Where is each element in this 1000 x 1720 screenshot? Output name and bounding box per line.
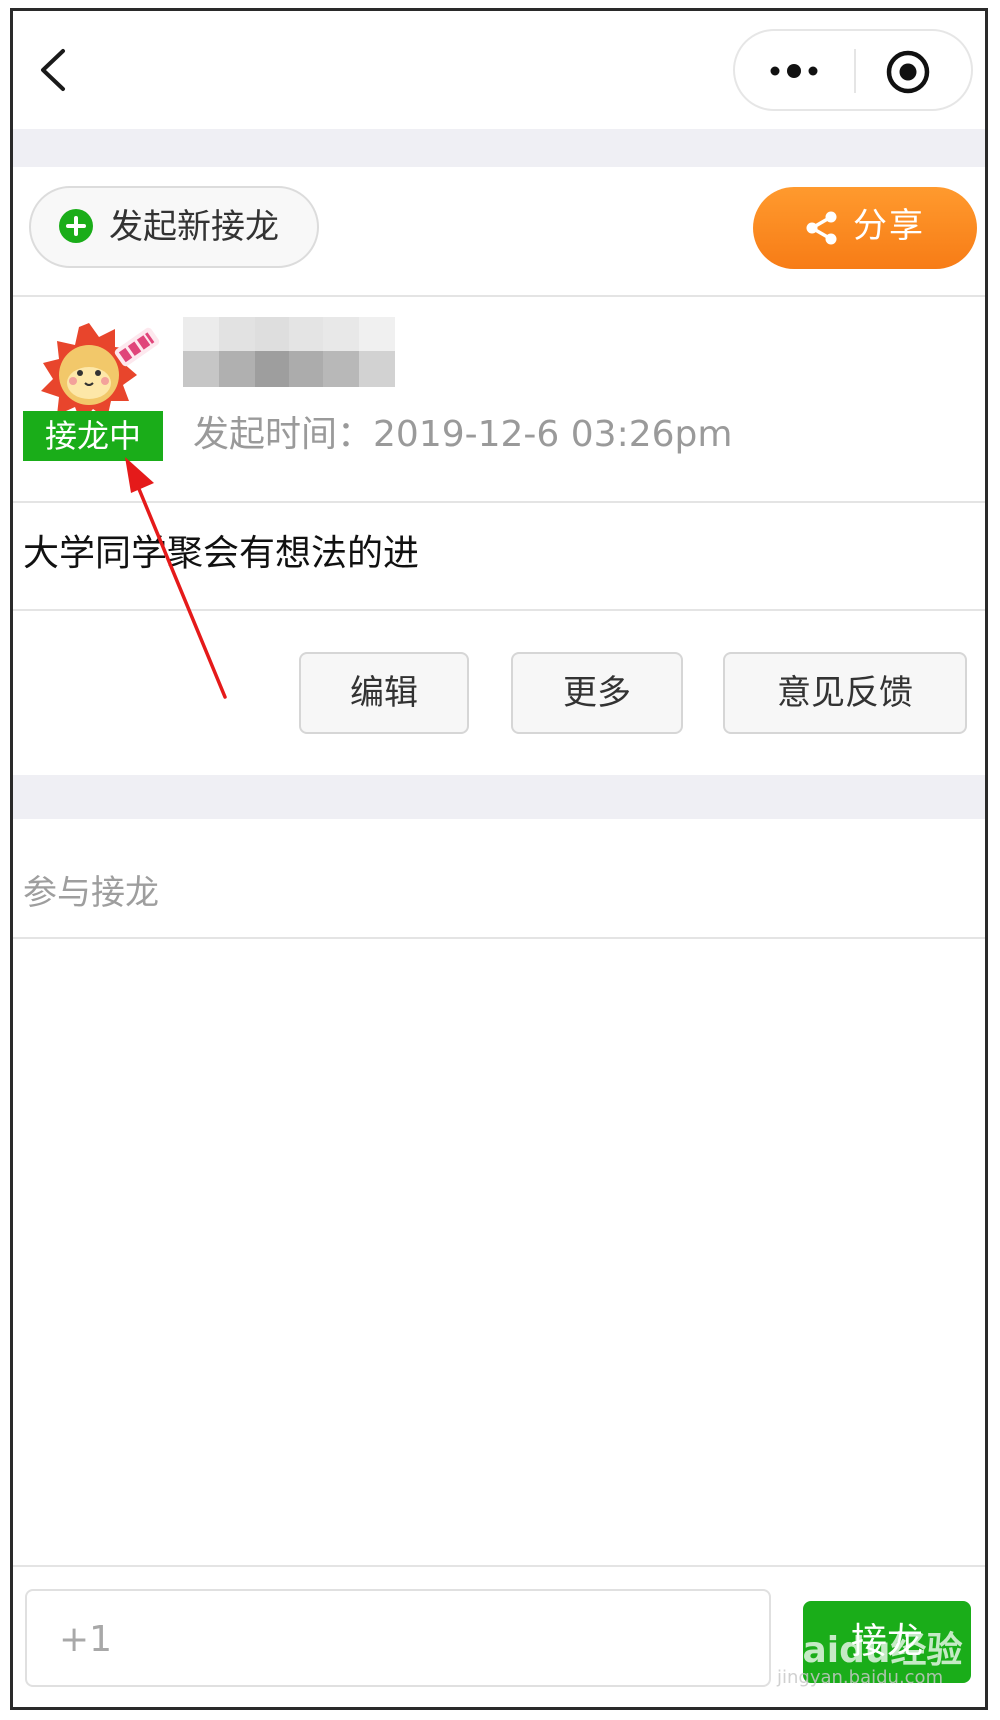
- blurred-username: [183, 317, 395, 389]
- post-description: 大学同学聚会有想法的进: [23, 533, 420, 574]
- target-circle-icon[interactable]: [885, 49, 931, 95]
- edit-button[interactable]: 编辑: [299, 652, 469, 734]
- section-divider: [13, 129, 985, 167]
- plus-circle-icon: [59, 209, 93, 243]
- join-input[interactable]: [57, 1613, 741, 1665]
- divider: [13, 295, 985, 297]
- share-icon: [806, 211, 837, 245]
- top-nav: [13, 11, 985, 129]
- post-time-label: 发起时间：: [193, 414, 374, 455]
- more-button[interactable]: 更多: [511, 652, 683, 734]
- share-label: 分享: [853, 206, 925, 246]
- participants-header: 参与接龙: [23, 873, 159, 913]
- capsule-divider: [854, 49, 856, 93]
- phone-frame: 发起新接龙 分享 接龙中 发起时间：2019-12-6 03:26pm 大学同学…: [10, 8, 988, 1710]
- chevron-left-icon[interactable]: [33, 45, 73, 95]
- mini-program-capsule: [733, 29, 973, 111]
- share-button[interactable]: 分享: [753, 187, 977, 269]
- divider: [13, 609, 985, 611]
- jielong-submit-button[interactable]: 接龙: [803, 1601, 971, 1683]
- new-jielong-label: 发起新接龙: [109, 207, 279, 247]
- post-time-value: 2019-12-6 03:26pm: [373, 414, 733, 455]
- divider: [13, 501, 985, 503]
- join-input-box[interactable]: [25, 1589, 771, 1687]
- divider: [13, 937, 985, 939]
- screen: 发起新接龙 分享 接龙中 发起时间：2019-12-6 03:26pm 大学同学…: [13, 11, 985, 1707]
- divider: [13, 1565, 985, 1567]
- status-badge: 接龙中: [23, 411, 163, 461]
- section-divider: [13, 775, 985, 819]
- more-dots-icon[interactable]: [765, 53, 825, 89]
- post-time: 发起时间：2019-12-6 03:26pm: [193, 413, 732, 457]
- feedback-button[interactable]: 意见反馈: [723, 652, 967, 734]
- new-jielong-button[interactable]: 发起新接龙: [29, 186, 319, 268]
